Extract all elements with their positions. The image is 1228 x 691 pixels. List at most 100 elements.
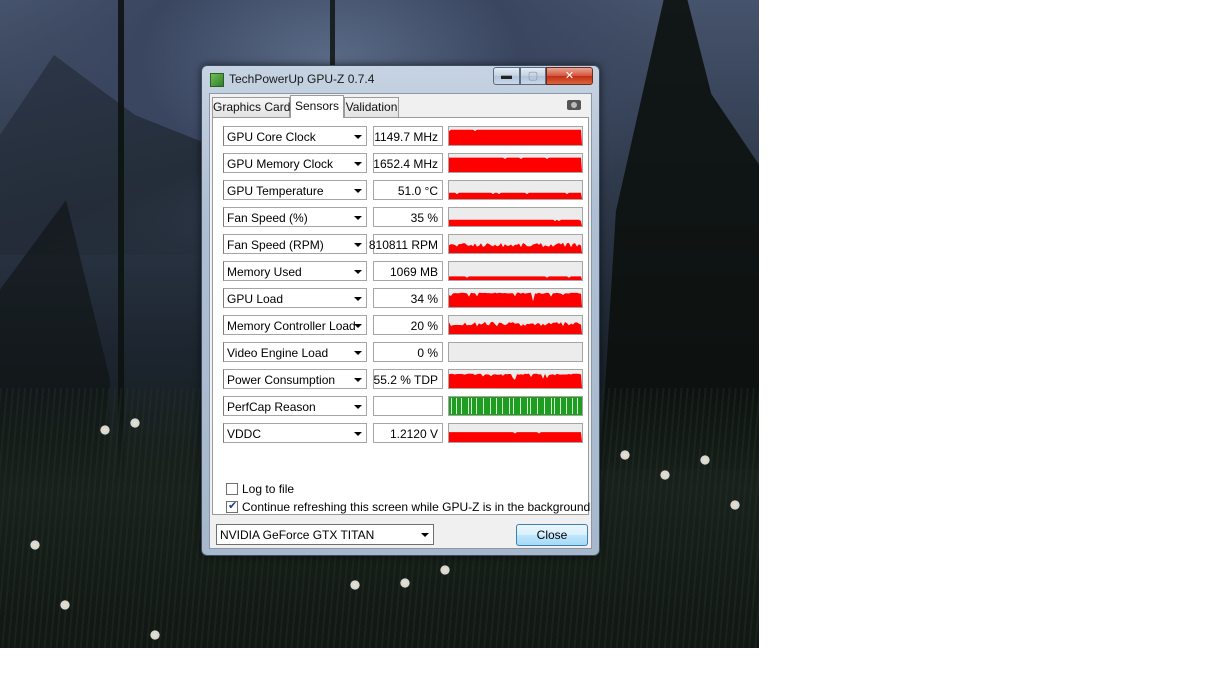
sensor-name: Video Engine Load xyxy=(227,346,329,360)
chevron-down-icon xyxy=(354,189,362,193)
tab-validation[interactable]: Validation xyxy=(344,97,399,117)
perfcap-gap xyxy=(566,398,567,414)
perfcap-gap xyxy=(468,398,469,414)
perfcap-gap xyxy=(537,398,538,414)
flower xyxy=(60,600,70,610)
chevron-down-icon xyxy=(354,216,362,220)
camera-icon[interactable] xyxy=(567,100,581,110)
sensor-name-dropdown[interactable]: GPU Load xyxy=(223,288,367,308)
sensor-graph-plot xyxy=(449,129,582,145)
perfcap-gap xyxy=(502,398,503,414)
sensor-name: GPU Memory Clock xyxy=(227,157,334,171)
sensor-name-dropdown[interactable]: Memory Used xyxy=(223,261,367,281)
sensor-name-dropdown[interactable]: GPU Core Clock xyxy=(223,126,367,146)
sensor-name: Power Consumption xyxy=(227,373,336,387)
sensor-graph-area xyxy=(449,432,582,442)
perfcap-gap xyxy=(520,398,521,414)
sensor-name-dropdown[interactable]: Fan Speed (%) xyxy=(223,207,367,227)
window-close-button[interactable]: ✕ xyxy=(546,67,593,85)
chevron-down-icon xyxy=(421,533,429,537)
gpu-selector-dropdown[interactable]: NVIDIA GeForce GTX TITAN xyxy=(216,524,434,545)
sensor-graph-plot xyxy=(449,219,582,226)
sensor-name: GPU Load xyxy=(227,292,284,306)
sensors-panel: GPU Core Clock 1149.7 MHz GPU Memory Clock… xyxy=(212,117,590,515)
chevron-down-icon xyxy=(354,135,362,139)
flower xyxy=(130,418,140,428)
sensor-name-dropdown[interactable]: VDDC xyxy=(223,423,367,443)
sensor-name-dropdown[interactable]: Video Engine Load xyxy=(223,342,367,362)
log-to-file-checkbox[interactable] xyxy=(226,483,238,495)
maximize-button[interactable]: ▢ xyxy=(520,67,546,85)
chevron-down-icon xyxy=(354,243,362,247)
sensor-name-dropdown[interactable]: GPU Temperature xyxy=(223,180,367,200)
title-bar[interactable]: TechPowerUp GPU-Z 0.7.4 ▬ ▢ ✕ xyxy=(202,66,599,92)
chevron-down-icon xyxy=(354,270,362,274)
perfcap-gap xyxy=(513,398,514,414)
perfcap-gap xyxy=(490,398,491,414)
chevron-down-icon xyxy=(354,378,362,382)
sensor-graph[interactable] xyxy=(448,180,583,200)
chevron-down-icon xyxy=(354,324,362,328)
sensor-graph[interactable] xyxy=(448,396,583,416)
perfcap-gap xyxy=(530,398,531,414)
close-button[interactable]: Close xyxy=(516,524,588,546)
sensor-value-field: 35 % xyxy=(373,207,443,227)
perfcap-gap xyxy=(476,398,477,414)
sensor-graph-plot xyxy=(449,343,582,361)
sensor-name: Memory Controller Load xyxy=(227,319,356,333)
sensor-graph-plot xyxy=(449,432,582,442)
sensor-row: Fan Speed (%) 35 % xyxy=(223,207,583,227)
sensor-value-field: 1149.7 MHz xyxy=(373,126,443,146)
perfcap-gap xyxy=(456,398,457,414)
gpuz-window: TechPowerUp GPU-Z 0.7.4 ▬ ▢ ✕ Graphics C… xyxy=(201,65,600,556)
sensor-name: VDDC xyxy=(227,427,262,441)
chevron-down-icon xyxy=(354,351,362,355)
flower xyxy=(660,470,670,480)
sensor-graph[interactable] xyxy=(448,369,583,389)
sensor-graph-plot xyxy=(449,192,582,199)
sensor-graph-area xyxy=(449,373,582,388)
perfcap-gap xyxy=(461,398,462,414)
chevron-down-icon xyxy=(354,162,362,166)
tab-sensors[interactable]: Sensors xyxy=(290,95,344,118)
sensor-name-dropdown[interactable]: Power Consumption xyxy=(223,369,367,389)
sensor-value: 35 % xyxy=(410,211,438,225)
sensor-graph-area xyxy=(449,157,582,172)
sensor-graph-plot xyxy=(449,321,582,334)
sensor-row: GPU Temperature 51.0 °C xyxy=(223,180,583,200)
sensor-graph[interactable] xyxy=(448,234,583,254)
chevron-down-icon xyxy=(354,432,362,436)
continue-refreshing-checkbox[interactable] xyxy=(226,499,238,513)
perfcap-gap xyxy=(551,398,552,414)
sensor-value: 1652.4 MHz xyxy=(373,157,438,171)
tab-graphics-card[interactable]: Graphics Card xyxy=(212,97,290,117)
sensor-name-dropdown[interactable]: Memory Controller Load xyxy=(223,315,367,335)
window-title: TechPowerUp GPU-Z 0.7.4 xyxy=(229,72,375,86)
window-client-area: Graphics Card Sensors Validation GPU Cor… xyxy=(209,93,592,549)
sensor-graph[interactable] xyxy=(448,153,583,173)
sensor-name-dropdown[interactable]: GPU Memory Clock xyxy=(223,153,367,173)
perfcap-gap xyxy=(560,398,561,414)
sensor-name-dropdown[interactable]: Fan Speed (RPM) xyxy=(223,234,367,254)
sensor-graph[interactable] xyxy=(448,288,583,308)
sensor-value-field: 1652.4 MHz xyxy=(373,153,443,173)
sensor-graph[interactable] xyxy=(448,342,583,362)
flower xyxy=(700,455,710,465)
sensor-value-field: 0 % xyxy=(373,342,443,362)
sensor-graph[interactable] xyxy=(448,315,583,335)
sensor-row: Fan Speed (RPM) 810811 RPM xyxy=(223,234,583,254)
sensor-name: GPU Core Clock xyxy=(227,130,316,144)
sensor-graph[interactable] xyxy=(448,126,583,146)
sensor-graph[interactable] xyxy=(448,261,583,281)
sensor-row: GPU Load 34 % xyxy=(223,288,583,308)
sensor-name-dropdown[interactable]: PerfCap Reason xyxy=(223,396,367,416)
sensor-graph-area xyxy=(449,192,582,199)
sensor-row: GPU Core Clock 1149.7 MHz xyxy=(223,126,583,146)
sensor-graph[interactable] xyxy=(448,207,583,227)
sensor-graph[interactable] xyxy=(448,423,583,443)
minimize-button[interactable]: ▬ xyxy=(493,67,520,85)
sensor-graph-plot xyxy=(449,373,582,388)
sensor-value-field: 20 % xyxy=(373,315,443,335)
sensor-value-field: 51.0 °C xyxy=(373,180,443,200)
sensor-row: Memory Used 1069 MB xyxy=(223,261,583,281)
